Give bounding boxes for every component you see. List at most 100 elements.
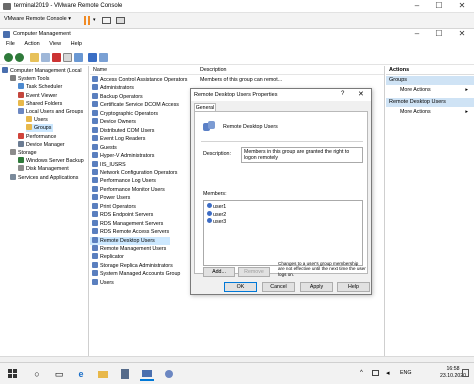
menu-help[interactable]: Help [71,41,82,47]
apply-button[interactable]: Apply [300,282,333,292]
minimize-icon[interactable]: – [406,0,428,13]
tree-item[interactable]: Shared Folders [18,99,62,108]
tree-item-label: Windows Server Backup [26,158,84,165]
dialog-title: Remote Desktop Users Properties [194,92,278,98]
pause-dropdown-icon[interactable]: ▾ [93,17,96,23]
computer-management-icon[interactable] [140,367,154,381]
volume-icon[interactable]: ◂ [386,369,390,377]
show-action-pane-icon[interactable] [99,53,108,62]
more-actions-rdu[interactable]: More Actions ▸ [386,108,474,117]
tree-item[interactable]: Users [26,116,48,124]
member-item[interactable]: user2 [207,210,226,218]
list-item[interactable]: Backup Operators [90,92,200,101]
network-icon[interactable] [372,370,379,376]
list-item[interactable]: Event Log Readers [90,135,200,143]
tree-item[interactable]: Task Scheduler [18,83,62,91]
tree-item[interactable]: Storage [10,149,37,157]
list-item[interactable]: Hyper-V Administrators [90,152,200,160]
group-name: Remote Desktop Users [223,124,278,130]
search-icon[interactable]: ○ [30,367,44,381]
dialog-close-icon[interactable]: ✕ [358,90,364,98]
members-list[interactable]: user1 user2 user3 [203,200,363,266]
ie-icon[interactable]: e [74,367,88,381]
remove-button[interactable]: Remove [238,267,270,277]
list-item[interactable]: Performance Log Users [90,177,200,185]
server-manager-icon[interactable] [118,367,132,381]
folder-icon [26,116,32,123]
list-item[interactable]: Guests [90,143,200,152]
list-item[interactable]: Device Owners [90,118,200,126]
description-field[interactable]: Members in this group are granted the ri… [241,147,363,163]
list-item[interactable]: System Managed Accounts Group [90,270,200,278]
vm-display-icon[interactable] [102,17,111,24]
group-icon [92,228,98,235]
list-item[interactable]: Network Configuration Operators [90,168,200,177]
menu-view[interactable]: View [49,41,61,47]
actions-section-groups[interactable]: Groups [386,76,474,85]
tree-item[interactable]: Windows Server Backup [18,157,84,165]
list-item[interactable]: Remote Management Users [90,245,200,253]
help-icon[interactable] [88,53,97,62]
list-item[interactable]: Replicator [90,253,200,261]
list-item[interactable]: Performance Monitor Users [90,185,200,194]
list-item[interactable]: Users [90,278,200,287]
close-icon[interactable]: ✕ [451,0,473,13]
list-item[interactable]: RDS Management Servers [90,219,200,228]
more-actions-groups[interactable]: More Actions ▸ [386,86,474,95]
show-tree-icon[interactable] [41,53,50,62]
list-item[interactable]: Administrators [90,84,200,92]
up-folder-icon[interactable] [30,53,39,62]
delete-icon[interactable] [52,53,61,62]
tree-item[interactable]: Device Manager [18,140,65,149]
tree-item[interactable]: Performance [18,132,56,141]
tree-item[interactable]: Computer Management (Local [2,67,82,75]
dialog-help-button[interactable]: ? [341,91,344,97]
tree-item[interactable]: System Tools [10,75,49,83]
start-icon[interactable] [6,367,20,381]
vm-fullscreen-icon[interactable] [116,17,125,24]
column-header-description[interactable]: Description [200,67,227,73]
member-item[interactable]: user1 [207,203,226,210]
task-view-icon[interactable]: ▭ [52,367,66,381]
explorer-icon[interactable] [96,367,110,381]
refresh-icon[interactable] [74,53,83,62]
group-icon [92,135,98,142]
menu-file[interactable]: File [6,41,15,47]
vmware-menu-button[interactable]: VMware Remote Console ▾ [4,16,71,22]
list-item[interactable]: RDS Endpoint Servers [90,211,200,219]
tree-item[interactable]: Services and Applications [10,173,78,182]
list-item[interactable]: Power Users [90,194,200,202]
list-item[interactable]: Certificate Service DCOM Access [90,101,200,109]
pause-icon[interactable] [84,16,91,25]
ok-button[interactable]: OK [224,282,257,292]
tree-item[interactable]: Event Viewer [18,91,57,100]
menu-action[interactable]: Action [24,41,39,47]
member-item[interactable]: user3 [207,218,226,225]
list-item[interactable]: Distributed COM Users [90,126,200,135]
maximize-icon[interactable]: ☐ [428,0,450,13]
list-item[interactable]: Access Control Assistance Operators [90,76,200,84]
notifications-icon[interactable] [462,369,469,377]
list-item[interactable]: IIS_IUSRS [90,160,200,169]
help-button[interactable]: Help [337,282,370,292]
list-item[interactable]: RDS Remote Access Servers [90,228,200,236]
list-item[interactable]: Print Operators [90,202,200,211]
add-button[interactable]: Add... [203,267,235,277]
list-item[interactable]: Storage Replica Administrators [90,261,200,270]
back-icon[interactable] [4,53,13,62]
forward-icon[interactable] [15,53,24,62]
tree-item[interactable]: Groups [26,124,54,133]
column-header-name[interactable]: Name [93,67,107,73]
tree-item[interactable]: Disk Management [18,165,69,173]
language-indicator[interactable]: ENG [400,370,411,376]
group-icon [92,211,98,218]
tray-chevron-icon[interactable]: ^ [360,370,363,376]
user-icon [207,218,212,223]
list-item[interactable]: Remote Desktop Users [90,236,170,245]
tree-item[interactable]: Local Users and Groups [18,108,83,116]
properties-icon[interactable] [63,53,72,62]
cancel-button[interactable]: Cancel [262,282,295,292]
actions-section-rdu[interactable]: Remote Desktop Users [386,98,474,107]
list-item[interactable]: Cryptographic Operators [90,109,200,118]
lusrmgr-icon[interactable] [162,367,176,381]
